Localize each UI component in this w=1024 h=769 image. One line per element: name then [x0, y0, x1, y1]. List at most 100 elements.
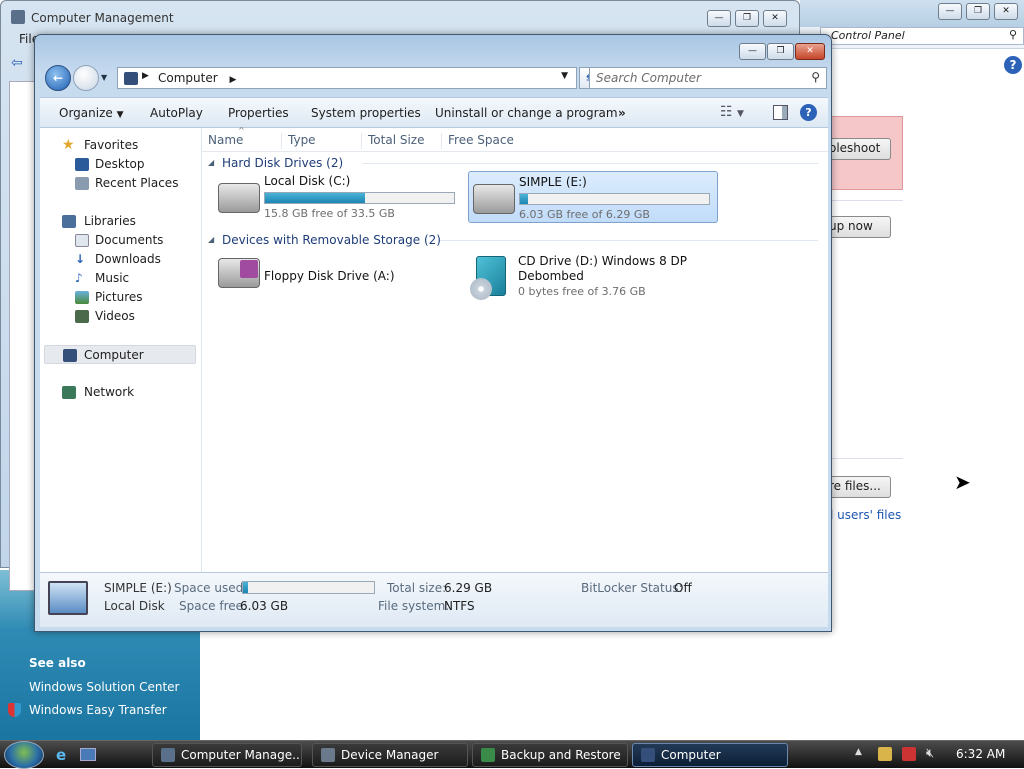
minimize-button[interactable]: — — [739, 43, 766, 60]
floppy-disk-icon — [240, 260, 258, 278]
column-type[interactable]: Type — [282, 133, 362, 149]
drive-usage-bar — [519, 193, 710, 205]
internet-explorer-icon[interactable]: e — [56, 746, 66, 764]
close-button[interactable]: ✕ — [994, 3, 1018, 20]
drive-c[interactable]: Local Disk (C:) 15.8 GB free of 33.5 GB — [214, 171, 464, 223]
breadcrumb-computer[interactable]: Computer — [158, 71, 218, 85]
group-removable-storage[interactable]: Devices with Removable Storage (2) — [222, 233, 441, 247]
organize-menu[interactable]: Organize ▼ — [59, 106, 124, 120]
help-icon[interactable]: ? — [800, 104, 817, 121]
address-dropdown-icon[interactable]: ▼ — [561, 71, 568, 81]
bitlocker-value: Off — [674, 581, 692, 595]
space-used-bar — [242, 581, 375, 594]
autoplay-button[interactable]: AutoPlay — [150, 106, 203, 120]
window-title: Computer Management — [31, 11, 174, 25]
nav-network[interactable]: Network — [40, 383, 200, 402]
computer-icon — [124, 72, 138, 85]
task-computer-management[interactable]: Computer Manage... — [152, 743, 302, 767]
start-button[interactable] — [4, 741, 44, 769]
troubleshoot-button[interactable]: oleshoot — [822, 138, 891, 160]
minimize-button[interactable]: — — [707, 10, 731, 27]
search-icon[interactable]: ⚲ — [811, 70, 820, 84]
change-view-icon[interactable]: ☷ ▼ — [720, 104, 744, 120]
details-drive-kind: Local Disk — [104, 599, 165, 613]
music-icon: ♪ — [75, 271, 83, 285]
chevron-right-icon[interactable]: ▶ — [142, 71, 149, 81]
nav-favorites[interactable]: ★ Favorites — [40, 136, 200, 155]
documents-icon — [75, 234, 89, 247]
restore-button[interactable]: ❐ — [735, 10, 759, 27]
close-button[interactable]: ✕ — [763, 10, 787, 27]
drive-e[interactable]: SIMPLE (E:) 6.03 GB free of 6.29 GB — [468, 171, 718, 223]
search-placeholder: Control Panel — [831, 29, 905, 42]
back-arrow-icon[interactable]: ⇦ — [11, 55, 23, 71]
collapse-arrow-icon[interactable]: ◢ — [208, 158, 214, 167]
column-total-size[interactable]: Total Size — [362, 133, 442, 149]
volume-muted-icon[interactable]: 🔇︎ — [926, 746, 934, 761]
computer-management-icon — [11, 10, 25, 24]
search-input[interactable]: Search Computer ⚲ — [589, 67, 827, 89]
disc-icon — [470, 278, 492, 300]
bitlocker-label: BitLocker Status: — [581, 581, 683, 595]
navigation-bar: ← ▼ ▶ Computer ▶ ▼ ⇆ Search Computer ⚲ — [41, 63, 827, 95]
see-also-heading: See also — [29, 656, 86, 670]
drive-name: CD Drive (D:) Windows 8 DP — [518, 254, 688, 268]
control-panel-search[interactable]: Control Panel ⚲ — [820, 27, 1024, 45]
console-tree — [9, 81, 36, 591]
network-status-icon[interactable] — [902, 747, 916, 761]
system-properties-button[interactable]: System properties — [311, 106, 421, 120]
task-computer[interactable]: Computer — [632, 743, 788, 767]
help-icon[interactable]: ? — [1004, 56, 1022, 74]
windows-easy-transfer-link[interactable]: Windows Easy Transfer — [29, 703, 167, 717]
control-panel-titlebar: — ❐ ✕ — [800, 0, 1024, 27]
nav-documents[interactable]: Documents — [40, 231, 200, 250]
restore-button[interactable]: ❐ — [966, 3, 990, 20]
address-bar[interactable]: ▶ Computer ▶ ▼ — [117, 67, 577, 89]
close-button[interactable]: ✕ — [795, 43, 825, 60]
properties-button[interactable]: Properties — [228, 106, 289, 120]
computer-icon — [63, 349, 77, 362]
nav-libraries[interactable]: Libraries — [40, 212, 200, 231]
space-used-label: Space used: — [174, 581, 248, 595]
search-icon[interactable]: ⚲ — [1009, 28, 1017, 41]
nav-videos[interactable]: Videos — [40, 307, 200, 326]
forward-button[interactable] — [73, 65, 99, 91]
restore-files-button[interactable]: re files... — [822, 476, 891, 498]
nav-pictures[interactable]: Pictures — [40, 288, 200, 307]
column-free-space[interactable]: Free Space — [442, 133, 542, 149]
maximize-button[interactable]: ❐ — [767, 43, 794, 60]
preview-pane-icon[interactable] — [773, 105, 788, 120]
clock[interactable]: 6:32 AM — [956, 747, 1005, 761]
drive-name: Floppy Disk Drive (A:) — [264, 269, 395, 283]
back-up-now-button[interactable]: up now — [822, 216, 891, 238]
group-hard-disk-drives[interactable]: Hard Disk Drives (2) — [222, 156, 343, 170]
computer-icon — [641, 748, 655, 762]
drive-a[interactable]: Floppy Disk Drive (A:) — [214, 250, 464, 302]
show-hidden-icons-button[interactable]: ▲ — [855, 747, 862, 757]
show-desktop-icon[interactable] — [80, 748, 96, 761]
nav-desktop[interactable]: Desktop — [40, 155, 200, 174]
nav-computer[interactable]: Computer — [44, 345, 196, 364]
action-center-icon[interactable] — [878, 747, 892, 761]
desktop-icon — [75, 158, 89, 171]
task-backup-and-restore[interactable]: Backup and Restore — [472, 743, 628, 767]
minimize-button[interactable]: — — [938, 3, 962, 20]
navigation-pane: ★ Favorites Desktop Recent Places Librari… — [40, 128, 202, 572]
collapse-arrow-icon[interactable]: ◢ — [208, 235, 214, 244]
drive-free-space: 6.03 GB free of 6.29 GB — [519, 208, 650, 221]
chevron-right-icon[interactable]: ▶ — [229, 75, 236, 85]
back-button[interactable]: ← — [45, 65, 71, 91]
uninstall-program-button[interactable]: Uninstall or change a program — [435, 106, 618, 120]
restore-users-files-link[interactable]: l users' files — [830, 508, 901, 522]
column-name[interactable]: Name — [202, 133, 282, 149]
task-device-manager[interactable]: Device Manager — [312, 743, 468, 767]
nav-music[interactable]: ♪ Music — [40, 269, 200, 288]
more-commands-button[interactable]: » — [618, 106, 626, 120]
nav-recent-places[interactable]: Recent Places — [40, 174, 200, 193]
nav-downloads[interactable]: ↓ Downloads — [40, 250, 200, 269]
taskbar: e Computer Manage... Device Manager Back… — [0, 740, 1024, 769]
windows-solution-center-link[interactable]: Windows Solution Center — [29, 680, 179, 694]
nav-label: Desktop — [95, 157, 145, 171]
recent-pages-dropdown[interactable]: ▼ — [101, 73, 107, 82]
drive-d[interactable]: CD Drive (D:) Windows 8 DP Debombed 0 by… — [468, 250, 718, 310]
